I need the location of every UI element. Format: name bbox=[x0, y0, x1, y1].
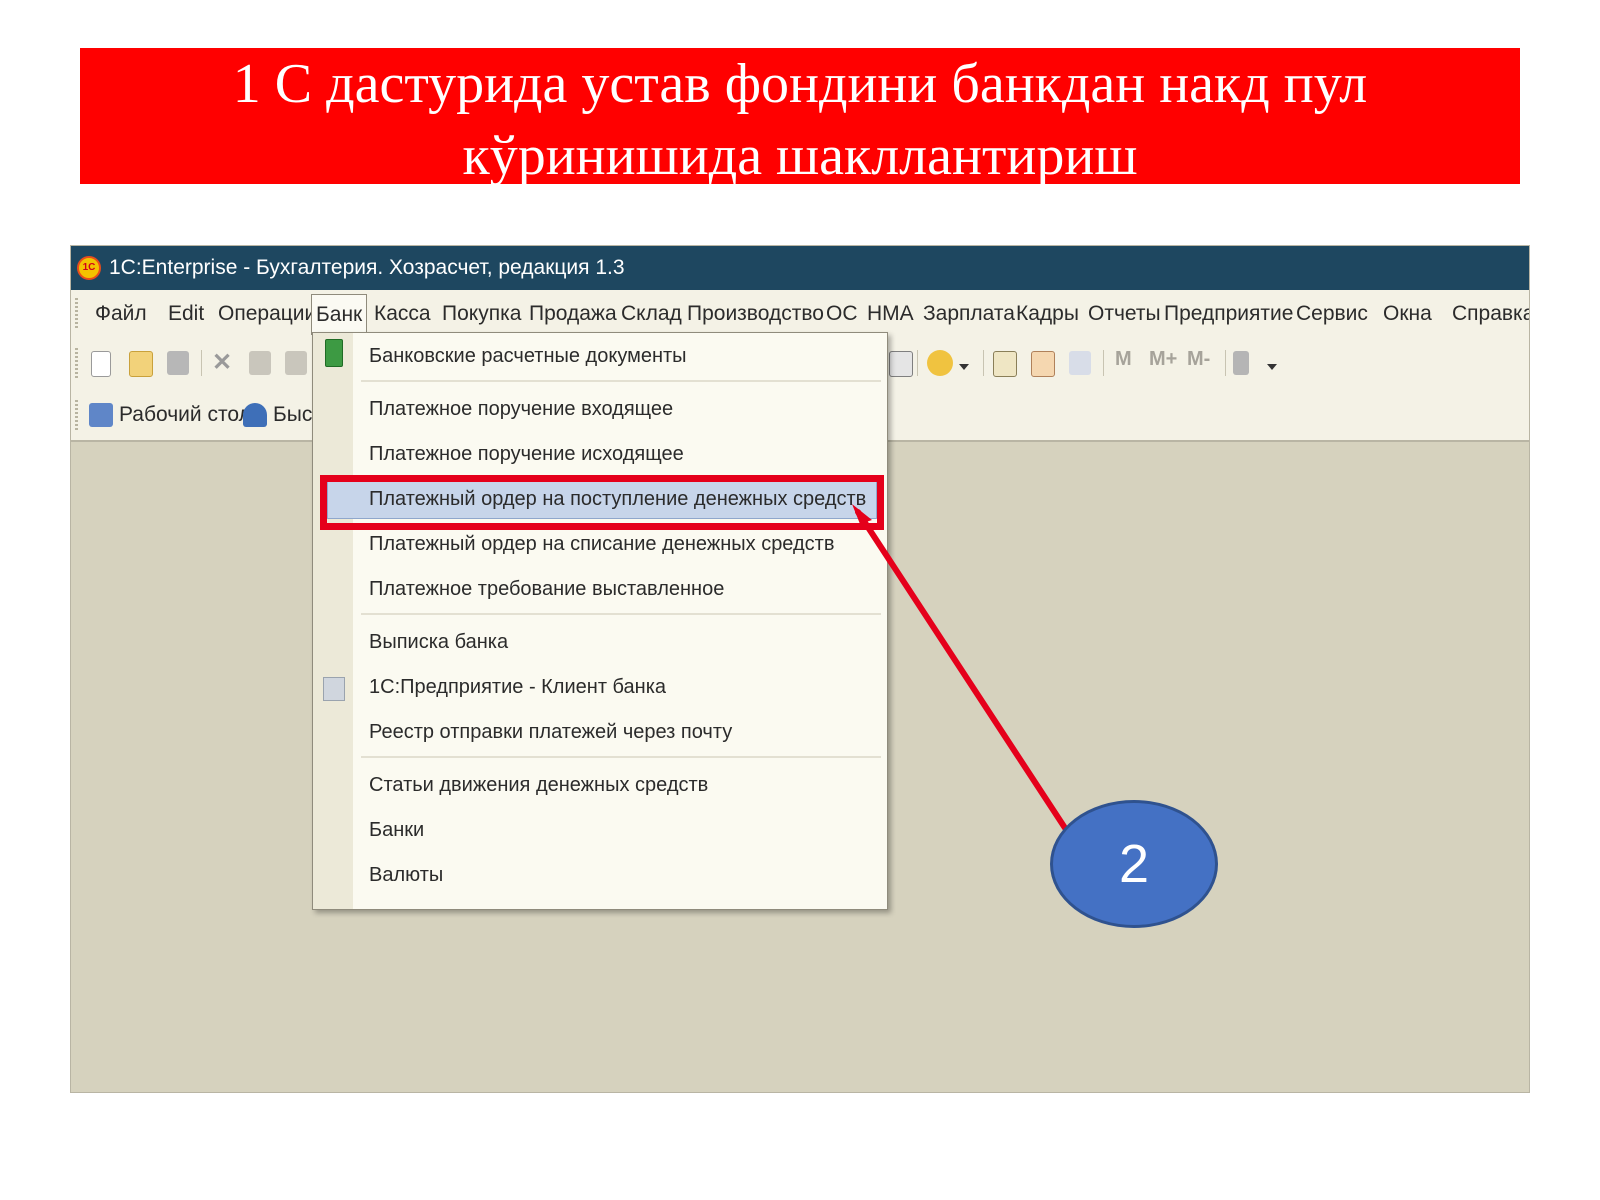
callout-arrowhead bbox=[852, 504, 872, 524]
callout-line bbox=[855, 509, 1068, 831]
callout-arrow bbox=[852, 504, 1068, 831]
step-number-badge: 2 bbox=[1050, 800, 1218, 928]
